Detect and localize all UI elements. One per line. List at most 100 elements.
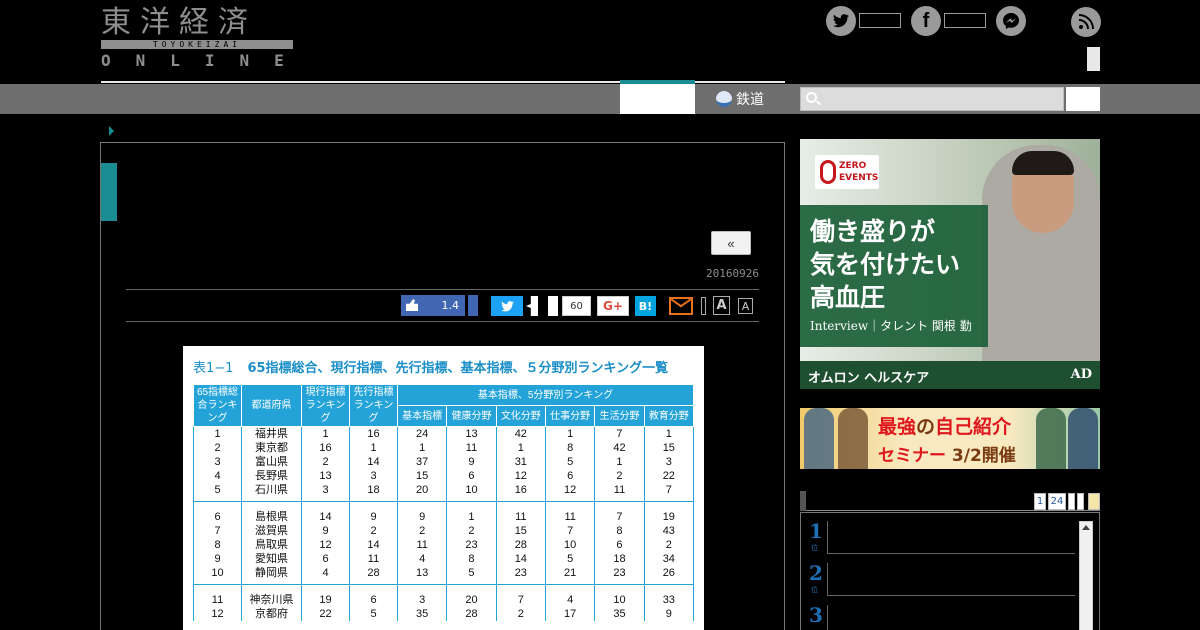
table-cell: 14	[349, 538, 398, 552]
table-cell: 静岡県	[241, 566, 302, 585]
table-cell: 5	[544, 552, 596, 566]
ranking-item-divider	[827, 563, 828, 595]
figure-number: 表1−1	[193, 361, 234, 376]
zero-events-logo: ZERO EVENTS	[815, 155, 879, 189]
logo-kanji: 東洋経済	[101, 5, 257, 40]
ranking-page-24[interactable]: 24	[1048, 493, 1066, 510]
table-cell: 33	[643, 584, 695, 607]
facebook-like-button[interactable]: 1.4	[401, 295, 465, 316]
hatena-bookmark-button[interactable]: B!	[635, 296, 656, 316]
table-cell: 7	[495, 584, 546, 607]
login-button[interactable]	[1087, 47, 1100, 71]
table-cell: 22	[301, 607, 350, 621]
ranking-page-1[interactable]: 1	[1034, 493, 1046, 510]
nav-tab-railway[interactable]: 鉄道	[696, 84, 800, 114]
ad-banner-omron[interactable]: ZERO EVENTS 働き盛りが 気を付けたい 高血圧 Interview｜タ…	[800, 139, 1100, 389]
table-cell: 15	[643, 441, 695, 455]
table-row: 10 静岡県 4 28 13 5 23 21 23 26	[193, 566, 695, 585]
col-header-life: 生活分野	[594, 405, 645, 427]
table-cell: 19	[301, 584, 350, 607]
site-logo[interactable]: 東洋経済 TOYOKEIZAI ONLINE	[101, 6, 293, 70]
font-size-small-button[interactable]: A	[738, 298, 753, 314]
table-cell: 16	[301, 441, 350, 455]
table-cell: 9	[396, 501, 448, 524]
facebook-icon[interactable]: f	[911, 6, 941, 36]
table-row: 5 石川県 3 18 20 10 16 12 11 7	[193, 483, 695, 502]
table-cell: 10	[544, 538, 596, 552]
messenger-icon[interactable]	[996, 6, 1026, 36]
article-date: 20160926	[706, 267, 759, 280]
table-cell: 15	[495, 524, 546, 538]
table-cell: 17	[544, 607, 596, 621]
table-cell: 18	[594, 552, 645, 566]
table-cell: 長野県	[241, 469, 302, 483]
ranking-divider-2	[827, 595, 1075, 596]
table-row: 7 滋賀県 9 2 2 2 15 7 8 43	[193, 524, 695, 538]
rss-icon[interactable]	[1071, 7, 1101, 37]
table-cell: 2	[495, 607, 546, 621]
table-cell: 28	[446, 607, 497, 621]
tweet-button[interactable]	[491, 296, 523, 316]
table-cell: 21	[544, 566, 596, 585]
table-cell: 6	[544, 469, 596, 483]
table-cell: 7	[193, 524, 242, 538]
table-cell: 8	[594, 524, 645, 538]
search-button[interactable]	[1066, 87, 1100, 111]
table-cell: 11	[594, 483, 645, 502]
facebook-like-count-box[interactable]	[944, 13, 986, 28]
ranking-header-mark	[800, 491, 806, 511]
divider-bottom	[126, 321, 759, 322]
table-cell: 1	[544, 426, 596, 441]
table-cell: 42	[495, 426, 546, 441]
print-icon[interactable]	[701, 297, 706, 315]
table-cell: 16	[349, 426, 398, 441]
ranking-item-divider	[827, 521, 828, 553]
prev-page-button[interactable]: «	[711, 231, 751, 255]
scroll-up-arrow-icon[interactable]	[1082, 525, 1090, 530]
table-cell: 26	[643, 566, 695, 585]
table-cell: 鳥取県	[241, 538, 302, 552]
tweet-count-bubble	[526, 296, 538, 316]
share-count-tail	[548, 296, 558, 316]
article-panel: « 20160926 1.4 60 G+ B! A A 表1−1 65指標総合、現…	[100, 142, 785, 630]
table-cell: 6	[349, 584, 398, 607]
ad-label: AD	[1070, 367, 1092, 382]
table-cell: 2	[594, 469, 645, 483]
table-cell: 18	[349, 483, 398, 502]
search-input[interactable]	[800, 87, 1064, 111]
mail-icon[interactable]	[669, 297, 693, 315]
font-size-large-button[interactable]: A	[713, 296, 730, 315]
ad-banner-seminar[interactable]: 最強の自己紹介 セミナー 3/2開催	[800, 408, 1100, 469]
ad-seminar-date: セミナー 3/2開催	[878, 441, 1016, 466]
table-cell: 愛知県	[241, 552, 302, 566]
twitter-follow-count[interactable]	[859, 13, 901, 28]
table-cell: 20	[396, 483, 448, 502]
rank-number-1: 1	[809, 519, 823, 543]
table-cell: 5	[349, 607, 398, 621]
table-cell: 13	[446, 426, 497, 441]
nav-tab-label: 鉄道	[736, 92, 764, 108]
table-cell: 4	[544, 584, 596, 607]
table-cell: 12	[495, 469, 546, 483]
ranking-scrollbar[interactable]	[1079, 521, 1093, 630]
table-cell: 28	[495, 538, 546, 552]
table-cell: 富山県	[241, 455, 302, 469]
table-cell: 23	[594, 566, 645, 585]
table-cell: 43	[643, 524, 695, 538]
table-cell: 4	[396, 552, 448, 566]
nav-tab-active[interactable]	[620, 84, 695, 114]
table-cell: 12	[301, 538, 350, 552]
ad-brand: オムロン ヘルスケア	[808, 371, 930, 386]
table-cell: 6	[594, 538, 645, 552]
table-cell: 35	[594, 607, 645, 621]
table-cell: 9	[301, 524, 350, 538]
table-row: 1 福井県 1 16 24 13 42 1 7 1	[193, 426, 695, 441]
table-cell: 11	[495, 501, 546, 524]
ranking-page-next[interactable]	[1088, 493, 1100, 510]
google-plus-button[interactable]: G+	[597, 296, 629, 316]
ranking-page-tab-a[interactable]	[1068, 493, 1075, 510]
table-cell: 31	[495, 455, 546, 469]
facebook-share-button[interactable]	[468, 295, 478, 316]
ranking-page-tab-b[interactable]	[1077, 493, 1084, 510]
twitter-icon[interactable]	[826, 6, 856, 36]
